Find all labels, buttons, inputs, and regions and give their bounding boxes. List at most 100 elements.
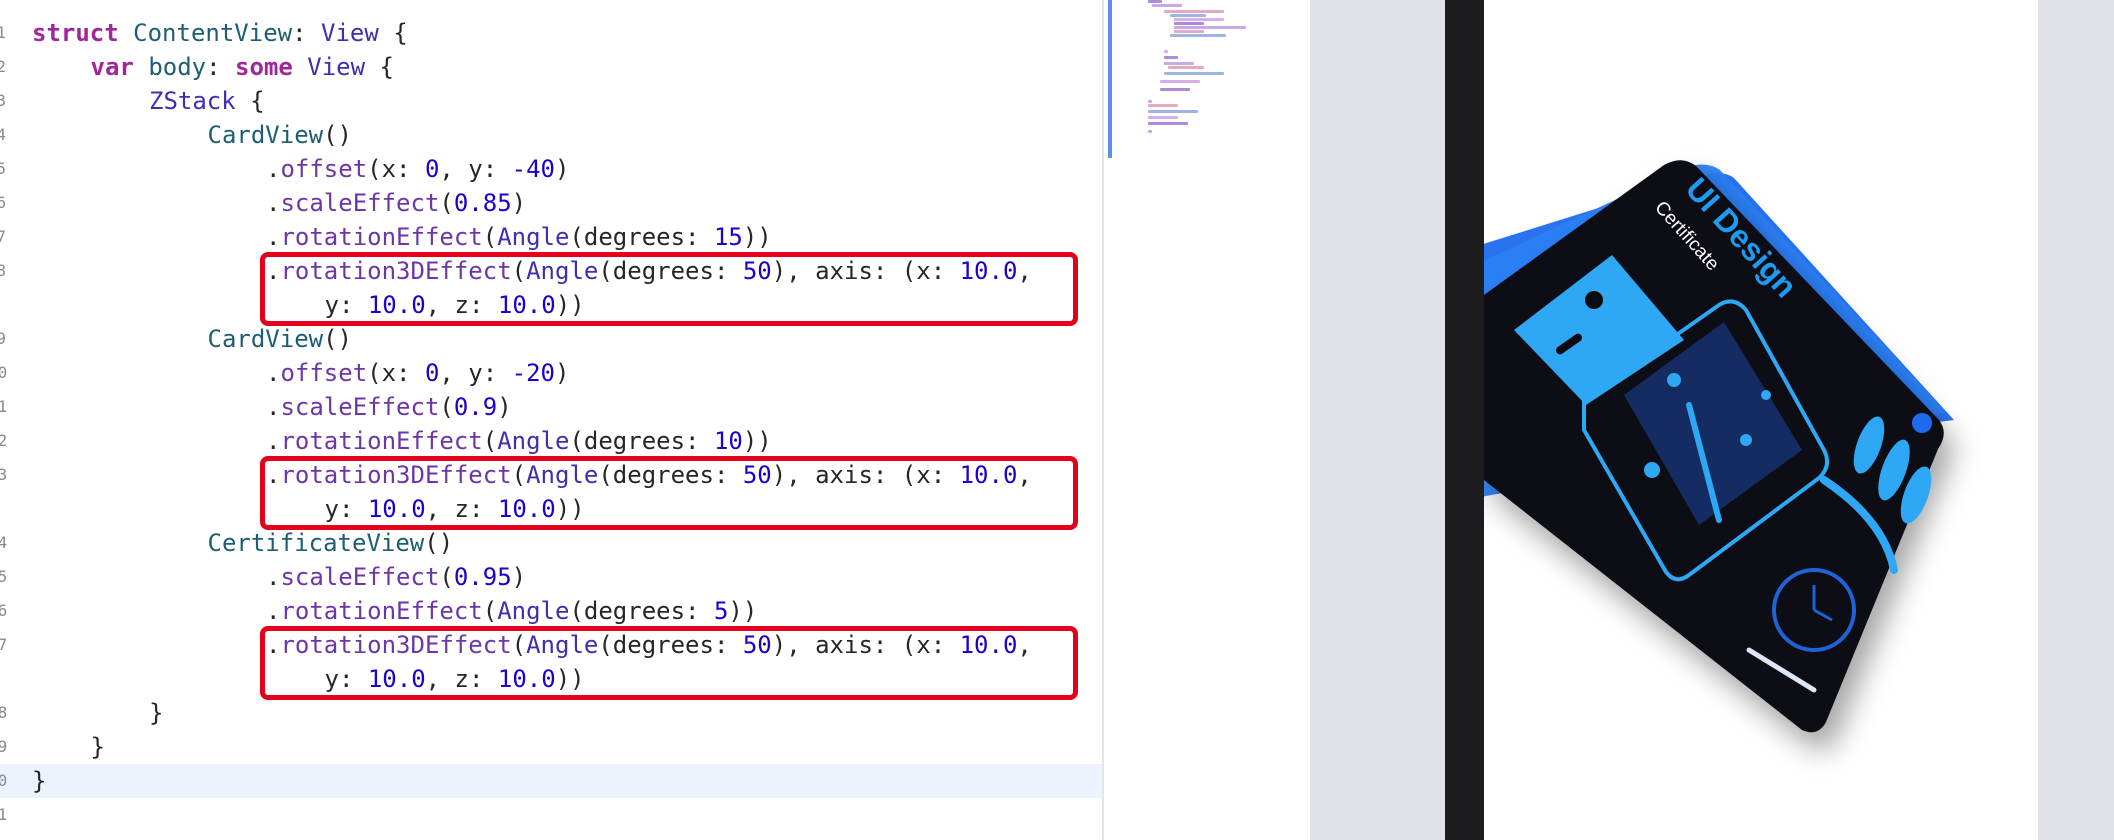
code-token: View [321, 19, 379, 47]
code-text: struct ContentView: View { [32, 16, 408, 50]
code-token: (x: [367, 359, 425, 387]
code-text: .scaleEffect(0.85) [266, 186, 526, 220]
code-token: CertificateView [207, 529, 425, 557]
code-line[interactable]: 21 [0, 798, 1102, 832]
code-token: 0 [424, 155, 440, 183]
code-token: { [235, 87, 265, 115]
code-line[interactable]: 3 ZStack { [0, 84, 1102, 118]
minimap-line [1168, 66, 1204, 69]
minimap-line [1160, 88, 1190, 91]
code-token: 10 [713, 427, 743, 455]
code-token: . [266, 563, 281, 591]
line-number: 18 [0, 703, 8, 722]
line-number: 21 [0, 805, 8, 824]
code-token: { [378, 19, 408, 47]
minimap[interactable] [1104, 0, 1310, 840]
code-line[interactable]: 12 .rotationEffect(Angle(degrees: 10)) [0, 424, 1102, 458]
code-token: : [292, 19, 322, 47]
line-number: 6 [0, 193, 6, 212]
code-line[interactable]: 5 .offset(x: 0, y: -40) [0, 152, 1102, 186]
code-editor[interactable]: 1 struct ContentView: View {2 var body: so… [0, 0, 1102, 840]
code-token: ) [511, 563, 527, 591]
code-text: } [32, 764, 46, 798]
code-line[interactable]: 1 struct ContentView: View { [0, 16, 1102, 50]
code-line[interactable]: 11.scaleEffect(0.9) [0, 390, 1102, 424]
code-token: -40 [511, 155, 556, 183]
code-line[interactable]: 18} [0, 696, 1102, 730]
code-token: ( [439, 189, 454, 217]
code-line[interactable]: 2 var body: some View { [0, 50, 1102, 84]
code-token: ( [439, 393, 454, 421]
minimap-line [1148, 100, 1152, 103]
code-token: -20 [511, 359, 556, 387]
code-text: .rotationEffect(Angle(degrees: 10)) [266, 424, 772, 458]
code-token: () [424, 529, 454, 557]
minimap-line [1148, 0, 1162, 3]
line-number: 2 [0, 57, 6, 76]
code-token: 0.9 [453, 393, 498, 421]
code-token: (degrees: [569, 223, 714, 251]
code-line[interactable]: 14 CertificateView() [0, 526, 1102, 560]
code-text: .rotationEffect(Angle(degrees: 15)) [266, 220, 772, 254]
code-token: )) [742, 223, 772, 251]
code-token: 0 [424, 359, 440, 387]
code-token: offset [280, 155, 368, 183]
code-text: .offset(x: 0, y: -40) [266, 152, 569, 186]
code-token: , y: [439, 155, 512, 183]
code-token: scaleEffect [280, 189, 440, 217]
minimap-line [1164, 50, 1168, 53]
minimap-line [1170, 34, 1226, 37]
code-token: ) [497, 393, 512, 421]
code-text: CertificateView() [208, 526, 454, 560]
minimap-line [1164, 56, 1178, 59]
line-number: 19 [0, 737, 8, 756]
preview-illustration: UI Design Certificate [1484, 160, 1954, 733]
code-line[interactable]: 4 CardView() [0, 118, 1102, 152]
code-token: rotationEffect [280, 427, 483, 455]
code-line[interactable]: 16.rotationEffect(Angle(degrees: 5)) [0, 594, 1102, 628]
code-line[interactable]: 7 .rotationEffect(Angle(degrees: 15)) [0, 220, 1102, 254]
minimap-line [1174, 26, 1246, 29]
line-number: 13 [0, 465, 8, 484]
line-number: 15 [0, 567, 8, 586]
code-text: .scaleEffect(0.9) [266, 390, 512, 424]
code-token: } [90, 733, 105, 761]
minimap-line [1174, 18, 1224, 21]
code-token: body [148, 53, 207, 81]
minimap-viewport-indicator[interactable] [1108, 0, 1112, 158]
code-text: ZStack { [149, 84, 265, 118]
preview-canvas-right [2038, 0, 2114, 840]
code-token: scaleEffect [280, 563, 440, 591]
code-token: . [266, 597, 281, 625]
code-token: ContentView [133, 19, 293, 47]
code-token: rotationEffect [280, 597, 483, 625]
line-number: 1 [0, 23, 6, 42]
line-number: 8 [0, 261, 6, 280]
code-token: : [206, 53, 236, 81]
code-token: () [323, 325, 352, 353]
code-line[interactable]: 6 .scaleEffect(0.85) [0, 186, 1102, 220]
code-line[interactable]: 9 CardView() [0, 322, 1102, 356]
code-token: Angle [497, 223, 570, 251]
line-number: 20 [0, 771, 8, 790]
code-line[interactable]: 15.scaleEffect(0.95) [0, 560, 1102, 594]
code-token: 15 [713, 223, 743, 251]
line-number: 5 [0, 159, 6, 178]
minimap-line [1164, 72, 1224, 75]
code-line[interactable]: 10.offset(x: 0, y: -20) [0, 356, 1102, 390]
minimap-line [1174, 22, 1204, 25]
code-text: .offset(x: 0, y: -20) [266, 356, 569, 390]
code-token: . [266, 359, 281, 387]
minimap-line [1164, 10, 1224, 13]
code-token: { [365, 53, 394, 81]
line-number: 12 [0, 431, 8, 450]
code-token: () [323, 121, 352, 149]
highlight-box [260, 252, 1078, 326]
code-line[interactable]: 19} [0, 730, 1102, 764]
code-line[interactable]: 20} [0, 764, 1102, 798]
code-token: 0.85 [453, 189, 512, 217]
code-token: } [149, 699, 164, 727]
minimap-line [1170, 14, 1206, 17]
